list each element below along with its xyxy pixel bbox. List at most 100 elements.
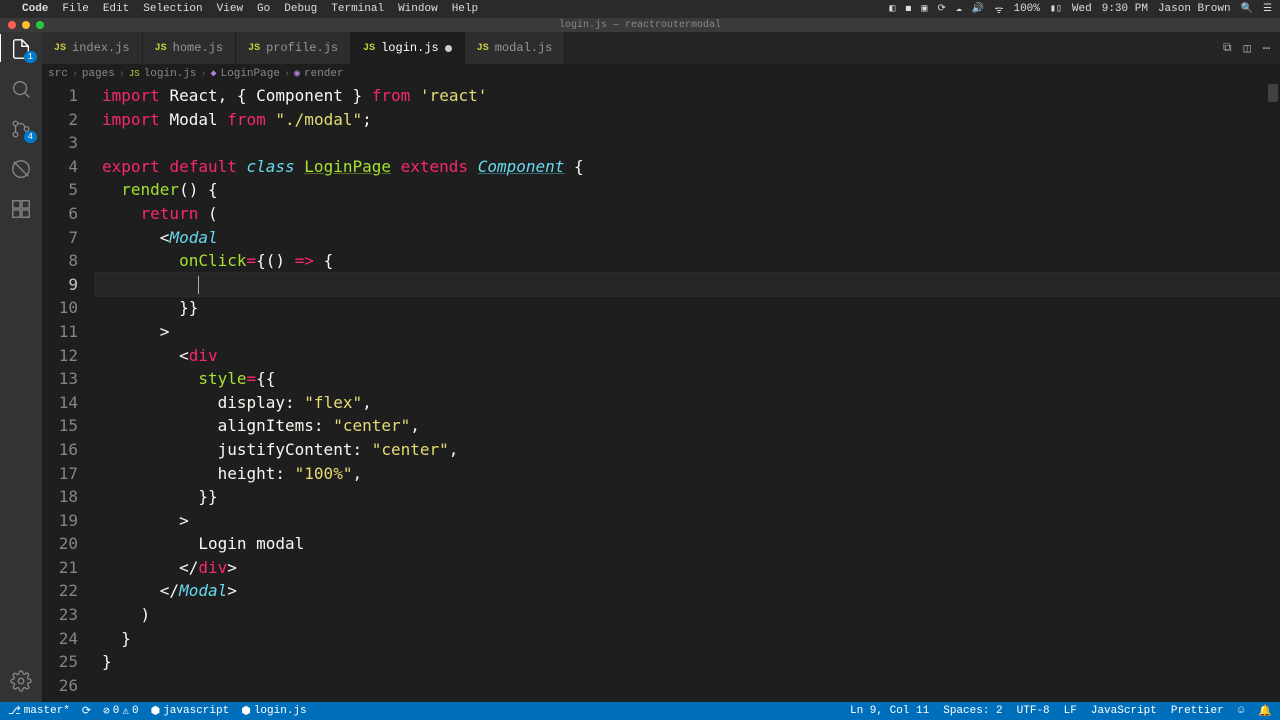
status-icon[interactable]: ☁ [956,3,962,15]
editor-tabs: JSindex.js JShome.js JSprofile.js JSlogi… [42,32,1280,64]
more-icon[interactable]: ⋯ [1263,41,1270,56]
code-line[interactable]: ) [96,603,1280,627]
status-icon[interactable]: ◼ [905,3,911,15]
method-icon: ◉ [294,68,300,80]
window-titlebar: login.js — reactroutermodal [0,18,1280,32]
menu-window[interactable]: Window [398,3,438,15]
explorer-icon[interactable]: 1 [10,38,32,60]
status-icon[interactable]: ◧ [889,3,895,15]
line-gutter: 1234567891011121314151617181920212223242… [42,84,96,702]
code-line[interactable]: > [96,320,1280,344]
eol-indicator[interactable]: LF [1064,705,1077,717]
code-line[interactable]: </div> [96,556,1280,580]
code-line[interactable]: onClick={() => { [96,249,1280,273]
menu-debug[interactable]: Debug [284,3,317,15]
code-line[interactable]: Login modal [96,532,1280,556]
code-line[interactable]: height: "100%", [96,462,1280,486]
code-line[interactable]: }} [96,296,1280,320]
language-mode[interactable]: JavaScript [1091,705,1157,717]
source-control-icon[interactable]: 4 [10,118,32,140]
volume-icon[interactable]: 🔊 [972,3,984,15]
settings-gear-icon[interactable] [10,670,32,692]
tab-index[interactable]: JSindex.js [42,32,143,64]
code-line[interactable]: export default class LoginPage extends C… [96,155,1280,179]
code-line[interactable]: <Modal [96,226,1280,250]
crumb-class[interactable]: LoginPage [221,68,280,80]
tab-login[interactable]: JSlogin.js [351,32,465,64]
code-line[interactable] [96,273,1280,297]
maximize-icon[interactable] [36,21,44,29]
code-line[interactable]: alignItems: "center", [96,414,1280,438]
js-icon: JS [54,43,66,54]
code-line[interactable]: }} [96,485,1280,509]
menubar-time: 9:30 PM [1102,3,1148,15]
editor: JSindex.js JShome.js JSprofile.js JSlogi… [42,32,1280,702]
menu-file[interactable]: File [62,3,88,15]
wifi-icon[interactable]: ᯤ [994,2,1003,17]
code-line[interactable]: style={{ [96,367,1280,391]
menu-selection[interactable]: Selection [143,3,202,15]
sync-icon[interactable]: ⟳ [82,704,91,718]
problems-indicator[interactable]: ⊘ 0 ⚠ 0 [103,704,138,718]
bell-icon[interactable]: 🔔 [1258,704,1272,718]
menu-help[interactable]: Help [452,3,478,15]
menu-terminal[interactable]: Terminal [331,3,384,15]
code-area[interactable]: 1234567891011121314151617181920212223242… [42,84,1280,702]
lang-server[interactable]: ⬢ javascript [151,704,230,718]
tab-modal[interactable]: JSmodal.js [465,32,566,64]
cursor-position[interactable]: Ln 9, Col 11 [850,705,929,717]
code-lines[interactable]: import React, { Component } from 'react'… [96,84,1280,702]
branch-indicator[interactable]: ⎇ master* [8,704,70,718]
code-line[interactable] [96,131,1280,155]
status-icon[interactable]: ▣ [921,3,927,15]
code-line[interactable]: import Modal from "./modal"; [96,108,1280,132]
active-file[interactable]: ⬢ login.js [241,704,306,718]
tab-label: modal.js [495,41,553,55]
explorer-badge: 1 [24,51,37,63]
window-title: login.js — reactroutermodal [559,20,721,31]
menubar-user[interactable]: Jason Brown [1158,3,1231,15]
code-line[interactable]: render() { [96,178,1280,202]
code-line[interactable]: </Modal> [96,579,1280,603]
split-icon[interactable]: ◫ [1244,41,1251,56]
code-line[interactable]: display: "flex", [96,391,1280,415]
indent-indicator[interactable]: Spaces: 2 [943,705,1002,717]
code-line[interactable]: <div [96,344,1280,368]
tab-label: home.js [173,41,223,55]
minimize-icon[interactable] [22,21,30,29]
status-icon[interactable]: ⟳ [937,3,945,15]
compare-icon[interactable]: ⧉ [1223,41,1232,55]
js-icon: JS [363,43,375,54]
debug-icon[interactable] [10,158,32,180]
search-icon[interactable] [10,78,32,100]
code-line[interactable]: } [96,650,1280,674]
tab-profile[interactable]: JSprofile.js [236,32,351,64]
formatter-indicator[interactable]: Prettier [1171,705,1224,717]
crumb-file[interactable]: login.js [144,68,197,80]
feedback-icon[interactable]: ☺ [1238,705,1245,717]
menu-edit[interactable]: Edit [103,3,129,15]
activity-bar: 1 4 [0,32,42,702]
menu-view[interactable]: View [217,3,243,15]
menu-go[interactable]: Go [257,3,270,15]
spotlight-icon[interactable]: 🔍 [1241,3,1253,15]
code-line[interactable]: import React, { Component } from 'react' [96,84,1280,108]
code-line[interactable]: justifyContent: "center", [96,438,1280,462]
notifications-icon[interactable]: ☰ [1263,3,1272,15]
battery-icon: ▮▯ [1050,3,1062,15]
code-line[interactable]: > [96,509,1280,533]
tab-home[interactable]: JShome.js [143,32,236,64]
crumb-src[interactable]: src [48,68,68,80]
close-icon[interactable] [8,21,16,29]
menu-app[interactable]: Code [22,3,48,15]
code-line[interactable]: return ( [96,202,1280,226]
extensions-icon[interactable] [10,198,32,220]
encoding-indicator[interactable]: UTF-8 [1017,705,1050,717]
code-line[interactable]: } [96,627,1280,651]
crumb-method[interactable]: render [304,68,344,80]
modified-dot-icon [445,45,452,52]
breadcrumb[interactable]: src› pages› JSlogin.js› ◆LoginPage› ◉ren… [42,64,1280,84]
crumb-pages[interactable]: pages [82,68,115,80]
code-line[interactable] [96,674,1280,698]
traffic-lights[interactable] [0,21,44,29]
